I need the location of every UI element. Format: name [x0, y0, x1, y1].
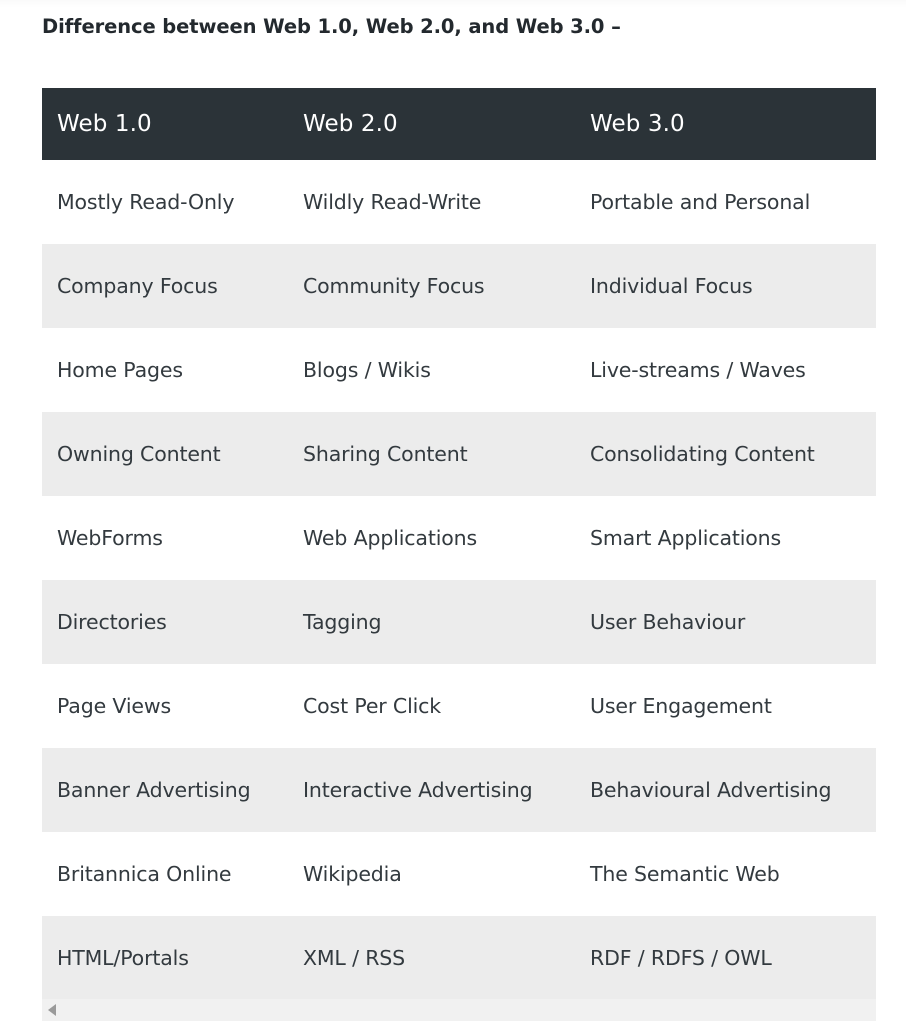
comparison-table: Web 1.0 Web 2.0 Web 3.0 Mostly Read-Only… [42, 88, 876, 1000]
table-cell: Banner Advertising [42, 748, 288, 832]
table-header-row: Web 1.0 Web 2.0 Web 3.0 [42, 88, 876, 160]
table-cell: Mostly Read-Only [42, 160, 288, 244]
table-cell: Tagging [288, 580, 575, 664]
table-header: Web 1.0 Web 2.0 Web 3.0 [42, 88, 876, 160]
table-cell: The Semantic Web [575, 832, 876, 916]
comparison-table-container: Web 1.0 Web 2.0 Web 3.0 Mostly Read-Only… [42, 88, 876, 1000]
table-cell: Consolidating Content [575, 412, 876, 496]
page-root: Difference between Web 1.0, Web 2.0, and… [0, 0, 906, 1033]
table-cell: Blogs / Wikis [288, 328, 575, 412]
table-cell: Company Focus [42, 244, 288, 328]
table-row: Home Pages Blogs / Wikis Live-streams / … [42, 328, 876, 412]
table-row: Banner Advertising Interactive Advertisi… [42, 748, 876, 832]
table-cell: Web Applications [288, 496, 575, 580]
table-cell: XML / RSS [288, 916, 575, 1000]
table-cell: RDF / RDFS / OWL [575, 916, 876, 1000]
table-cell: Interactive Advertising [288, 748, 575, 832]
table-cell: WebForms [42, 496, 288, 580]
table-cell: Owning Content [42, 412, 288, 496]
table-cell: Cost Per Click [288, 664, 575, 748]
table-cell: Wildly Read-Write [288, 160, 575, 244]
table-cell: User Engagement [575, 664, 876, 748]
table-row: Owning Content Sharing Content Consolida… [42, 412, 876, 496]
table-body: Mostly Read-Only Wildly Read-Write Porta… [42, 160, 876, 1000]
table-row: HTML/Portals XML / RSS RDF / RDFS / OWL [42, 916, 876, 1000]
horizontal-scrollbar[interactable] [42, 999, 876, 1021]
table-cell: Community Focus [288, 244, 575, 328]
table-cell: Individual Focus [575, 244, 876, 328]
table-row: Britannica Online Wikipedia The Semantic… [42, 832, 876, 916]
column-header-web-2: Web 2.0 [288, 88, 575, 160]
table-cell: Home Pages [42, 328, 288, 412]
table-row: Company Focus Community Focus Individual… [42, 244, 876, 328]
table-cell: Sharing Content [288, 412, 575, 496]
table-row: WebForms Web Applications Smart Applicat… [42, 496, 876, 580]
table-cell: Britannica Online [42, 832, 288, 916]
table-cell: Portable and Personal [575, 160, 876, 244]
table-cell: User Behaviour [575, 580, 876, 664]
table-row: Page Views Cost Per Click User Engagemen… [42, 664, 876, 748]
table-row: Directories Tagging User Behaviour [42, 580, 876, 664]
table-cell: Wikipedia [288, 832, 575, 916]
table-cell: HTML/Portals [42, 916, 288, 1000]
table-cell: Live-streams / Waves [575, 328, 876, 412]
table-cell: Directories [42, 580, 288, 664]
table-cell: Smart Applications [575, 496, 876, 580]
table-cell: Page Views [42, 664, 288, 748]
table-row: Mostly Read-Only Wildly Read-Write Porta… [42, 160, 876, 244]
column-header-web-1: Web 1.0 [42, 88, 288, 160]
table-cell: Behavioural Advertising [575, 748, 876, 832]
column-header-web-3: Web 3.0 [575, 88, 876, 160]
page-title: Difference between Web 1.0, Web 2.0, and… [42, 15, 621, 38]
triangle-left-icon[interactable] [48, 1004, 56, 1016]
